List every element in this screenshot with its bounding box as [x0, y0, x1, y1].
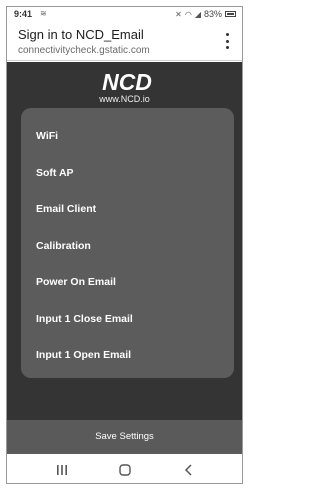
- save-settings-button[interactable]: Save Settings: [7, 420, 242, 454]
- menu-item-wifi[interactable]: WiFi: [36, 130, 58, 142]
- recents-icon[interactable]: [50, 460, 74, 480]
- save-settings-label: Save Settings: [95, 431, 154, 442]
- ncd-logo: NCD: [102, 71, 152, 93]
- wifi-icon: ◠: [184, 9, 192, 19]
- logo-url: www.NCD.io: [99, 94, 150, 104]
- mute-icon: ✕: [175, 9, 182, 19]
- menu-item-input1-close-email[interactable]: Input 1 Close Email: [36, 313, 133, 325]
- status-bar: 9:41 ≋ ✕ ◠ ◢ 83%: [7, 7, 242, 21]
- menu-item-power-on-email[interactable]: Power On Email: [36, 276, 116, 288]
- page-title: Sign in to NCD_Email: [18, 27, 144, 42]
- signal-icon: ◢: [194, 9, 201, 19]
- status-time: 9:41: [14, 9, 33, 19]
- status-icons: ✕ ◠ ◢ 83%: [175, 9, 236, 19]
- page-url: connectivitycheck.gstatic.com: [18, 45, 150, 56]
- menu-item-input1-open-email[interactable]: Input 1 Open Email: [36, 349, 131, 361]
- navigation-bar: [7, 454, 242, 483]
- battery-icon: [225, 11, 236, 17]
- sync-icon: ≋: [40, 9, 47, 18]
- menu-item-email-client[interactable]: Email Client: [36, 203, 96, 215]
- menu-item-calibration[interactable]: Calibration: [36, 240, 91, 252]
- menu-item-soft-ap[interactable]: Soft AP: [36, 167, 74, 179]
- settings-menu: WiFi Soft AP Email Client Calibration Po…: [21, 108, 234, 378]
- back-icon[interactable]: [177, 460, 201, 480]
- home-icon[interactable]: [113, 460, 137, 480]
- logo-text: NCD: [102, 71, 152, 93]
- phone-frame: 9:41 ≋ ✕ ◠ ◢ 83% Sign in to NCD_Email co…: [6, 6, 243, 484]
- app-bar: Sign in to NCD_Email connectivitycheck.g…: [7, 21, 242, 61]
- battery-percent: 83%: [203, 9, 222, 19]
- main-content: NCD www.NCD.io WiFi Soft AP Email Client…: [7, 62, 242, 420]
- overflow-menu-icon[interactable]: [224, 33, 230, 49]
